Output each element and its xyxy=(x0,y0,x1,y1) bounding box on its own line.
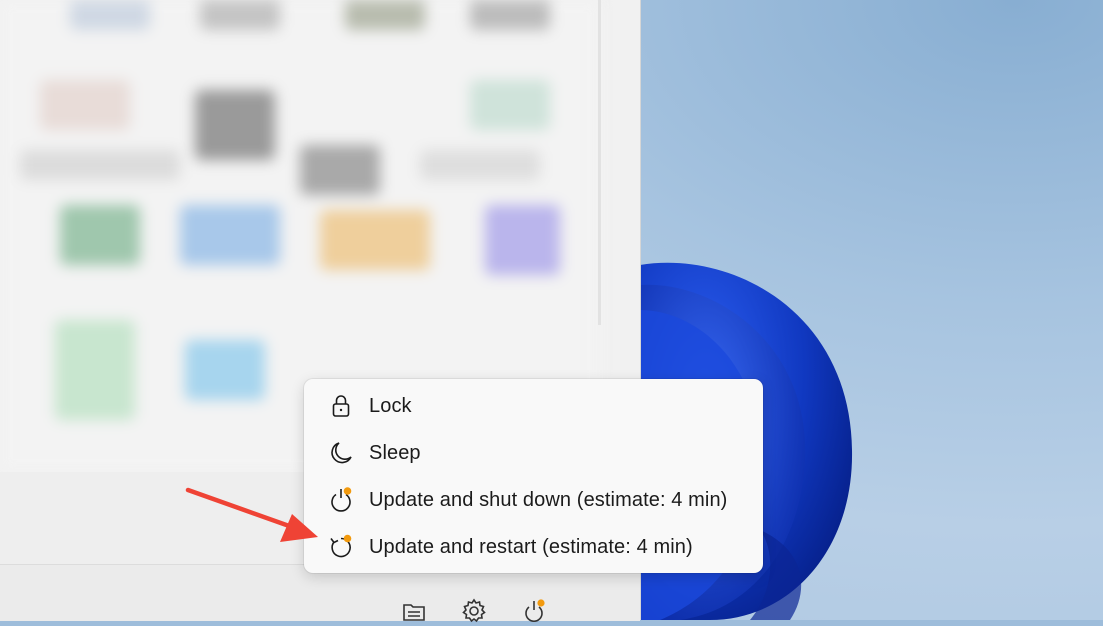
file-explorer-icon[interactable] xyxy=(400,598,428,626)
scrollbar[interactable] xyxy=(598,0,601,325)
update-restart-icon xyxy=(330,534,352,558)
update-shutdown-icon xyxy=(331,487,352,512)
settings-gear-icon[interactable] xyxy=(460,598,488,626)
menu-item-update-restart[interactable]: Update and restart (estimate: 4 min) xyxy=(308,524,759,568)
annotation-arrow-icon xyxy=(185,487,318,542)
menu-item-sleep[interactable]: Sleep xyxy=(308,430,759,474)
menu-item-label: Update and restart (estimate: 4 min) xyxy=(369,536,693,558)
lock-icon xyxy=(332,395,350,417)
menu-item-lock[interactable]: Lock xyxy=(308,383,759,427)
menu-item-label: Sleep xyxy=(369,442,421,464)
power-update-icon[interactable] xyxy=(520,598,548,626)
moon-icon xyxy=(331,442,352,464)
power-menu: Lock Sleep Update and shut down (estimat… xyxy=(304,379,763,573)
menu-item-label: Update and shut down (estimate: 4 min) xyxy=(369,489,728,511)
menu-item-update-shut-down[interactable]: Update and shut down (estimate: 4 min) xyxy=(308,477,759,521)
menu-item-label: Lock xyxy=(369,395,412,417)
